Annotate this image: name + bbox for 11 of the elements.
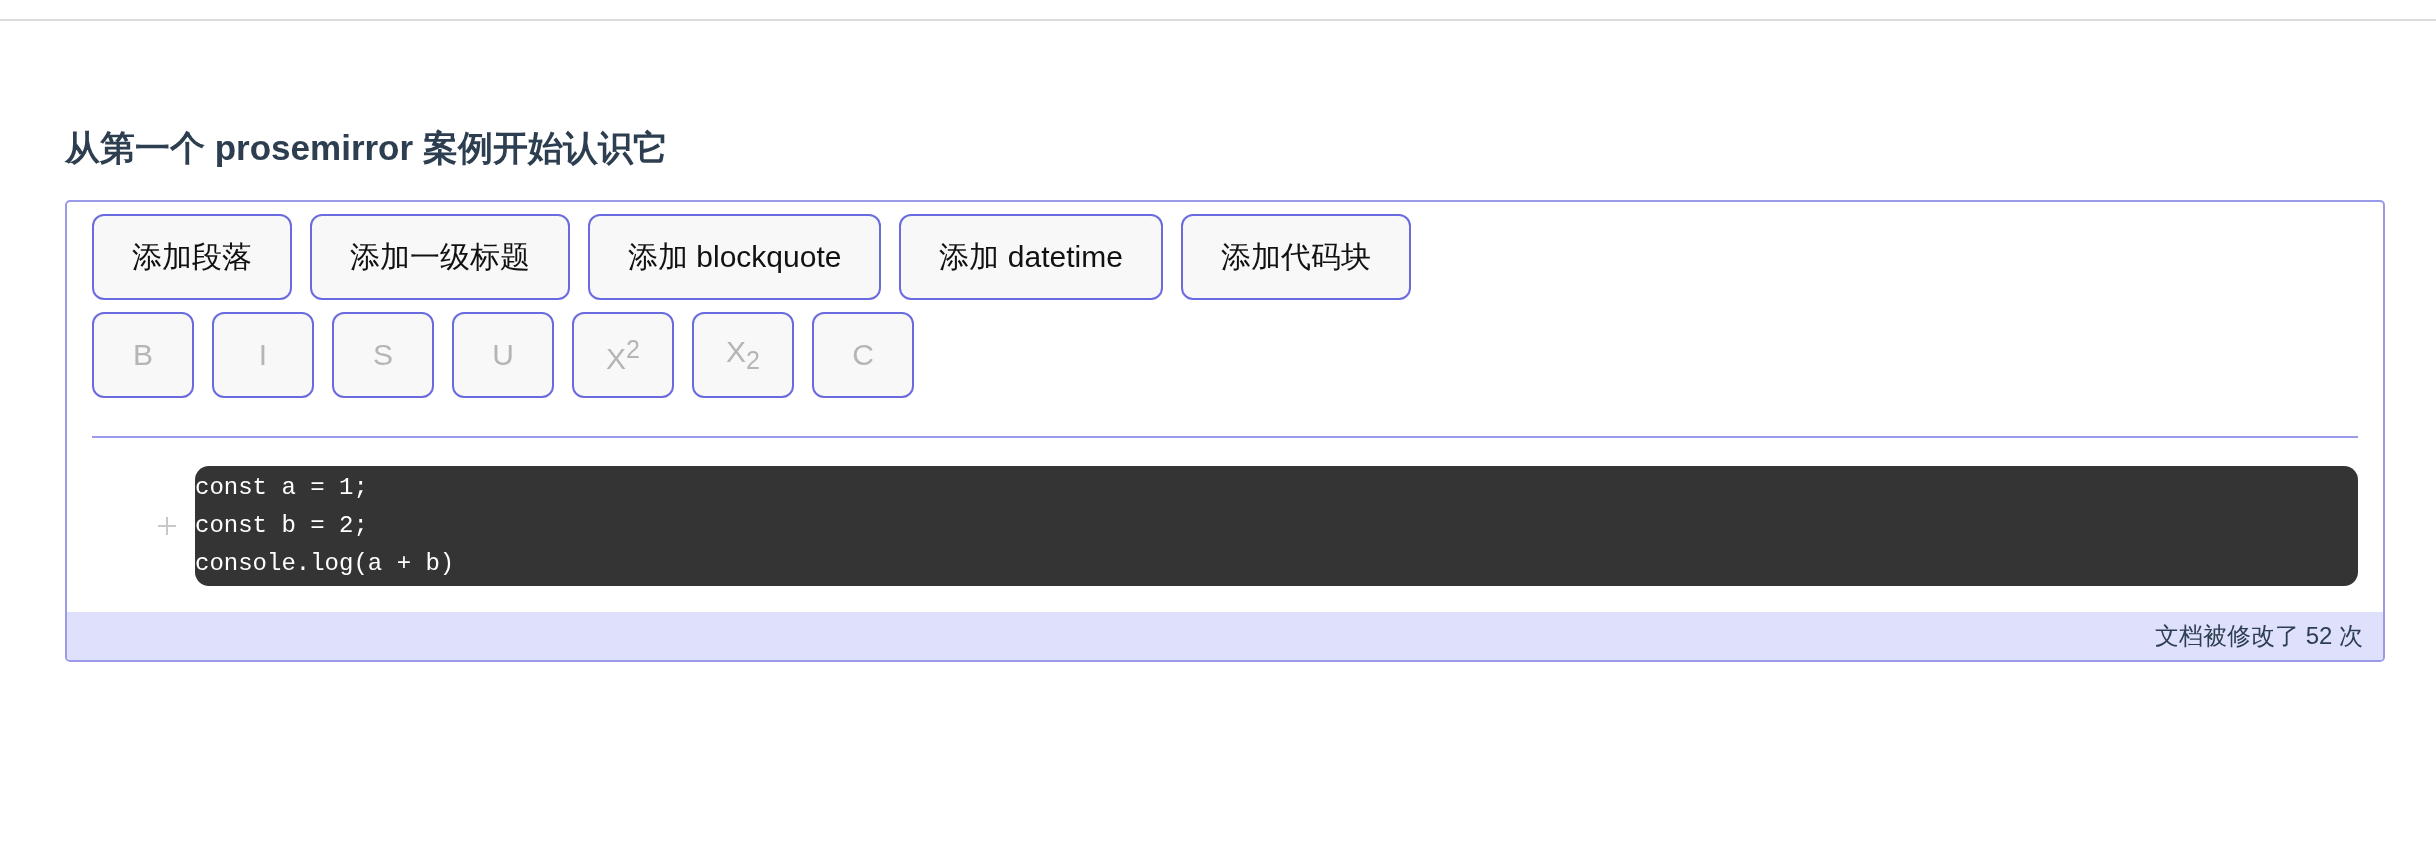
insert-button[interactable]: 添加 blockquote [588,214,882,300]
page-heading: 从第一个 prosemirror 案例开始认识它 [65,127,669,169]
code-line: const b = 2; [195,511,369,541]
insert-button[interactable]: 添加代码块 [1180,214,1411,300]
code-line: const a = 1; [195,473,369,503]
status-text: 文档被修改了 52 次 [2154,622,2363,649]
insert-button[interactable]: 添加一级标题 [310,214,570,300]
insert-button[interactable]: 添加段落 [92,214,292,300]
plus-icon[interactable] [157,516,177,536]
insert-button[interactable]: 添加 datetime [899,214,1163,300]
code-line: console.log(a + b) [195,549,456,579]
